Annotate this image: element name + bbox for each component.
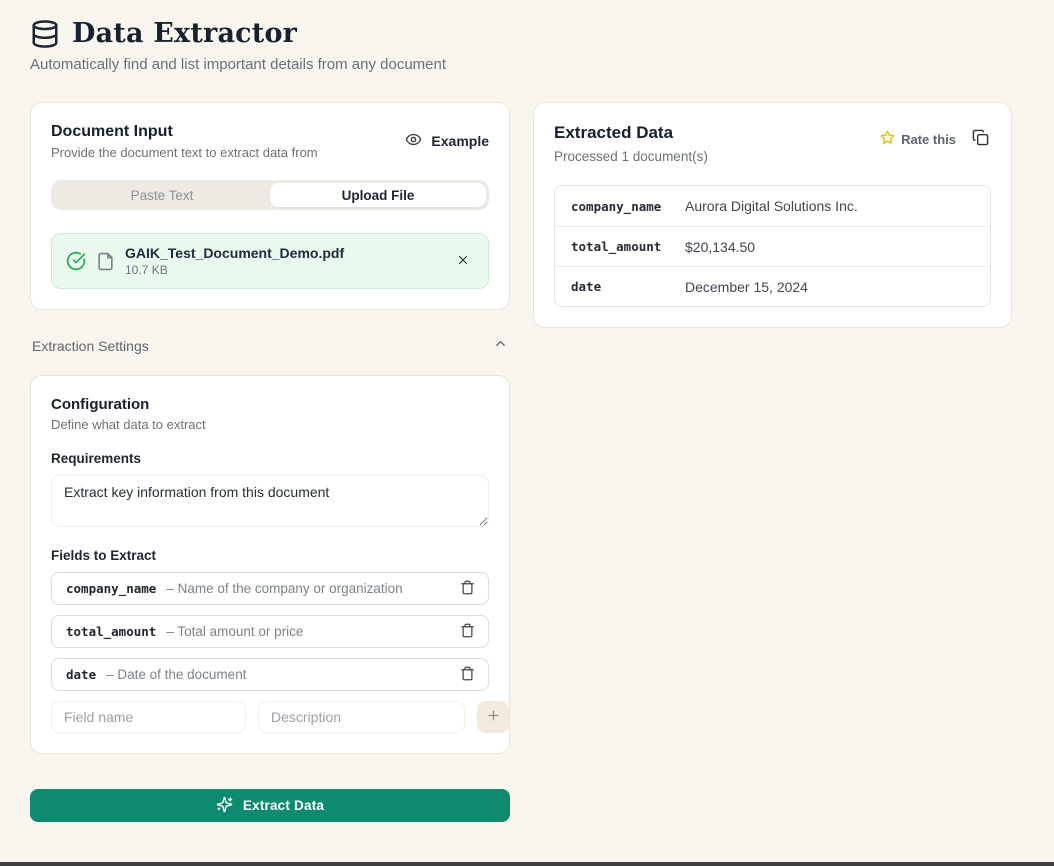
configuration-subtitle: Define what data to extract bbox=[51, 417, 489, 432]
tab-upload-file[interactable]: Upload File bbox=[270, 183, 486, 207]
field-description: – Date of the document bbox=[106, 667, 447, 682]
delete-field-button[interactable] bbox=[457, 620, 478, 644]
table-row: total_amount $20,134.50 bbox=[555, 226, 990, 266]
field-name: total_amount bbox=[66, 624, 156, 639]
delete-field-button[interactable] bbox=[457, 577, 478, 601]
field-description: – Name of the company or organization bbox=[166, 581, 447, 596]
delete-field-button[interactable] bbox=[457, 663, 478, 687]
example-label: Example bbox=[431, 133, 489, 149]
result-value: Aurora Digital Solutions Inc. bbox=[685, 198, 974, 214]
file-size: 10.7 KB bbox=[125, 263, 442, 277]
requirements-textarea[interactable]: Extract key information from this docume… bbox=[51, 475, 489, 527]
uploaded-file-item: GAIK_Test_Document_Demo.pdf 10.7 KB bbox=[51, 233, 489, 289]
window-bottom-edge bbox=[0, 862, 1054, 866]
close-icon bbox=[456, 253, 470, 270]
star-icon bbox=[880, 130, 895, 148]
trash-icon bbox=[460, 580, 475, 598]
rate-this-button[interactable]: Rate this bbox=[880, 130, 956, 148]
copy-icon bbox=[972, 129, 989, 149]
add-field-button[interactable] bbox=[477, 701, 509, 733]
extract-data-label: Extract Data bbox=[243, 798, 324, 813]
field-name: date bbox=[66, 667, 96, 682]
fields-to-extract-label: Fields to Extract bbox=[51, 548, 489, 563]
file-name: GAIK_Test_Document_Demo.pdf bbox=[125, 245, 442, 261]
configuration-card: Configuration Define what data to extrac… bbox=[30, 375, 510, 754]
field-name: company_name bbox=[66, 581, 156, 596]
add-field-row bbox=[51, 701, 489, 733]
extract-data-button[interactable]: Extract Data bbox=[30, 789, 510, 822]
copy-results-button[interactable] bbox=[970, 127, 991, 151]
rate-this-label: Rate this bbox=[901, 132, 956, 147]
field-row: company_name – Name of the company or or… bbox=[51, 572, 489, 605]
sparkles-icon bbox=[216, 796, 233, 816]
extracted-data-title: Extracted Data bbox=[554, 123, 708, 143]
page-subtitle: Automatically find and list important de… bbox=[30, 56, 1024, 73]
field-description: – Total amount or price bbox=[166, 624, 447, 639]
field-row: date – Date of the document bbox=[51, 658, 489, 691]
field-list: company_name – Name of the company or or… bbox=[51, 572, 489, 691]
example-button[interactable]: Example bbox=[405, 127, 489, 155]
result-key: company_name bbox=[571, 199, 685, 214]
extraction-settings-toggle[interactable]: Extraction Settings bbox=[30, 336, 510, 356]
configuration-title: Configuration bbox=[51, 396, 489, 413]
table-row: company_name Aurora Digital Solutions In… bbox=[555, 186, 990, 226]
field-row: total_amount – Total amount or price bbox=[51, 615, 489, 648]
requirements-label: Requirements bbox=[51, 451, 489, 466]
document-input-card: Document Input Provide the document text… bbox=[30, 102, 510, 310]
database-icon bbox=[30, 19, 60, 49]
app-header: Data Extractor bbox=[30, 18, 1024, 49]
chevron-up-icon bbox=[493, 336, 508, 356]
new-field-description-input[interactable] bbox=[258, 701, 465, 733]
extracted-data-subtitle: Processed 1 document(s) bbox=[554, 149, 708, 164]
input-mode-tabs: Paste Text Upload File bbox=[51, 180, 489, 210]
data-extractor-page: Data Extractor Automatically find and li… bbox=[0, 0, 1054, 822]
extracted-data-card: Extracted Data Processed 1 document(s) R… bbox=[533, 102, 1012, 328]
check-circle-icon bbox=[66, 251, 86, 271]
table-row: date December 15, 2024 bbox=[555, 266, 990, 306]
result-value: December 15, 2024 bbox=[685, 279, 974, 295]
remove-file-button[interactable] bbox=[452, 249, 474, 274]
result-value: $20,134.50 bbox=[685, 239, 974, 255]
extracted-data-table: company_name Aurora Digital Solutions In… bbox=[554, 185, 991, 307]
file-icon bbox=[96, 252, 115, 271]
new-field-name-input[interactable] bbox=[51, 701, 246, 733]
plus-icon bbox=[486, 708, 501, 726]
eye-icon bbox=[405, 131, 422, 151]
tab-paste-text[interactable]: Paste Text bbox=[54, 183, 270, 207]
page-title: Data Extractor bbox=[72, 18, 297, 49]
result-key: total_amount bbox=[571, 239, 685, 254]
trash-icon bbox=[460, 666, 475, 684]
extraction-settings-label: Extraction Settings bbox=[32, 338, 149, 354]
result-key: date bbox=[571, 279, 685, 294]
trash-icon bbox=[460, 623, 475, 641]
document-input-subtitle: Provide the document text to extract dat… bbox=[51, 145, 318, 160]
document-input-title: Document Input bbox=[51, 123, 318, 141]
